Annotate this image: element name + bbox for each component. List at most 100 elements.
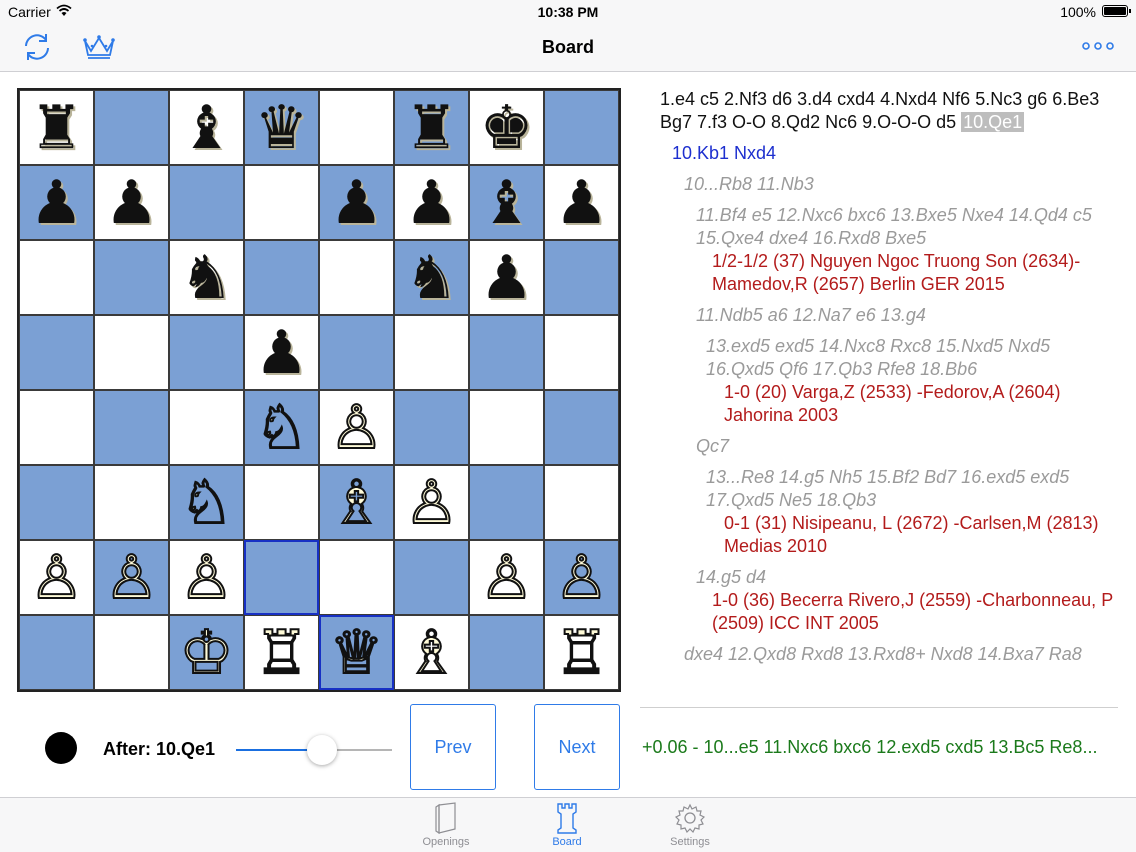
square-d1[interactable]: ♖ [244, 615, 319, 690]
chess-piece[interactable]: ♔ [179, 622, 235, 684]
chess-piece[interactable]: ♙ [104, 547, 160, 609]
square-b3[interactable] [94, 465, 169, 540]
square-a1[interactable] [19, 615, 94, 690]
square-c1[interactable]: ♔ [169, 615, 244, 690]
square-c7[interactable] [169, 165, 244, 240]
more-options-icon[interactable] [1080, 36, 1116, 56]
square-f1[interactable]: ♗ [394, 615, 469, 690]
square-g7[interactable]: ♝ [469, 165, 544, 240]
square-e7[interactable]: ♟ [319, 165, 394, 240]
square-a8[interactable]: ♜ [19, 90, 94, 165]
square-h8[interactable] [544, 90, 619, 165]
notation-panel[interactable]: 1.e4 c5 2.Nf3 d6 3.d4 cxd4 4.Nxd4 Nf6 5.… [640, 88, 1120, 700]
square-g5[interactable] [469, 315, 544, 390]
square-d5[interactable]: ♟ [244, 315, 319, 390]
prev-button[interactable]: Prev [410, 704, 496, 790]
chess-piece[interactable]: ♟ [480, 248, 534, 308]
square-g1[interactable] [469, 615, 544, 690]
square-e3[interactable]: ♗ [319, 465, 394, 540]
chess-piece[interactable]: ♙ [404, 472, 460, 534]
square-a7[interactable]: ♟ [19, 165, 94, 240]
square-g8[interactable]: ♚ [469, 90, 544, 165]
square-b1[interactable] [94, 615, 169, 690]
chess-piece[interactable]: ♟ [30, 173, 84, 233]
square-b2[interactable]: ♙ [94, 540, 169, 615]
game-reference[interactable]: 0-1 (31) Nisipeanu, L (2672) -Carlsen,M … [640, 512, 1120, 558]
chess-piece[interactable]: ♙ [29, 547, 85, 609]
square-f6[interactable]: ♞ [394, 240, 469, 315]
chess-piece[interactable]: ♕ [329, 622, 385, 684]
chess-piece[interactable]: ♗ [404, 622, 460, 684]
move-slider[interactable] [236, 735, 392, 765]
chess-piece[interactable]: ♙ [479, 547, 535, 609]
chess-board[interactable]: ♜ ♝ ♛ ♜ ♚ ♟ ♟ ♟ ♟ ♝ ♟ ♞ ♞ ♟ ♟ ♘ ♙ ♘ ♗ ♙ ♙ ♙ ♙ ♙ ♙ ♔ ♖ ♕ ♗ ♖ [17, 88, 621, 692]
chess-piece[interactable]: ♚ [480, 98, 534, 158]
chess-piece[interactable]: ♜ [30, 98, 84, 158]
chess-piece[interactable]: ♗ [329, 472, 385, 534]
chess-piece[interactable]: ♙ [329, 397, 385, 459]
square-g4[interactable] [469, 390, 544, 465]
variation-line[interactable]: 11.Ndb5 a6 12.Na7 e6 13.g4 [640, 304, 1120, 327]
square-e2[interactable] [319, 540, 394, 615]
chess-piece[interactable]: ♟ [330, 173, 384, 233]
tab-settings[interactable]: Settings [650, 802, 730, 850]
square-a5[interactable] [19, 315, 94, 390]
next-button[interactable]: Next [534, 704, 620, 790]
variation-line[interactable]: 14.g5 d4 [640, 566, 1120, 589]
square-e5[interactable] [319, 315, 394, 390]
game-reference[interactable]: 1/2-1/2 (37) Nguyen Ngoc Truong Son (263… [640, 250, 1120, 296]
variation-line[interactable]: Qc7 [640, 435, 1120, 458]
square-b5[interactable] [94, 315, 169, 390]
chess-piece[interactable]: ♘ [254, 397, 310, 459]
variation-line[interactable]: 11.Bf4 e5 12.Nxc6 bxc6 13.Bxe5 Nxe4 14.Q… [640, 204, 1120, 250]
square-c8[interactable]: ♝ [169, 90, 244, 165]
square-b7[interactable]: ♟ [94, 165, 169, 240]
square-e8[interactable] [319, 90, 394, 165]
square-d2[interactable] [244, 540, 319, 615]
square-f8[interactable]: ♜ [394, 90, 469, 165]
chess-piece[interactable]: ♘ [179, 472, 235, 534]
square-a2[interactable]: ♙ [19, 540, 94, 615]
square-c5[interactable] [169, 315, 244, 390]
square-d6[interactable] [244, 240, 319, 315]
square-g2[interactable]: ♙ [469, 540, 544, 615]
chess-piece[interactable]: ♟ [555, 173, 609, 233]
square-g6[interactable]: ♟ [469, 240, 544, 315]
variation-line[interactable]: 13.exd5 exd5 14.Nxc8 Rxc8 15.Nxd5 Nxd5 1… [640, 335, 1120, 381]
variation-line[interactable]: 13...Re8 14.g5 Nh5 15.Bf2 Bd7 16.exd5 ex… [640, 466, 1120, 512]
chess-piece[interactable]: ♞ [405, 248, 459, 308]
slider-thumb[interactable] [307, 735, 337, 765]
chess-piece[interactable]: ♝ [480, 173, 534, 233]
square-d8[interactable]: ♛ [244, 90, 319, 165]
square-f7[interactable]: ♟ [394, 165, 469, 240]
chess-piece[interactable]: ♙ [554, 547, 610, 609]
chess-piece[interactable]: ♖ [554, 622, 610, 684]
chess-piece[interactable]: ♖ [254, 622, 310, 684]
square-h1[interactable]: ♖ [544, 615, 619, 690]
square-a3[interactable] [19, 465, 94, 540]
chess-piece[interactable]: ♟ [105, 173, 159, 233]
square-h6[interactable] [544, 240, 619, 315]
chess-piece[interactable]: ♞ [180, 248, 234, 308]
square-e4[interactable]: ♙ [319, 390, 394, 465]
square-h4[interactable] [544, 390, 619, 465]
square-e6[interactable] [319, 240, 394, 315]
square-c2[interactable]: ♙ [169, 540, 244, 615]
square-b6[interactable] [94, 240, 169, 315]
square-d4[interactable]: ♘ [244, 390, 319, 465]
variation-line[interactable]: dxe4 12.Qxd8 Rxd8 13.Rxd8+ Nxd8 14.Bxa7 … [640, 643, 1120, 666]
square-f4[interactable] [394, 390, 469, 465]
square-c4[interactable] [169, 390, 244, 465]
square-b8[interactable] [94, 90, 169, 165]
game-reference[interactable]: 1-0 (20) Varga,Z (2533) -Fedorov,A (2604… [640, 381, 1120, 427]
chess-piece[interactable]: ♜ [405, 98, 459, 158]
square-b4[interactable] [94, 390, 169, 465]
square-c3[interactable]: ♘ [169, 465, 244, 540]
chess-piece[interactable]: ♟ [255, 323, 309, 383]
chess-piece[interactable]: ♛ [255, 98, 309, 158]
square-h2[interactable]: ♙ [544, 540, 619, 615]
square-d7[interactable] [244, 165, 319, 240]
game-reference[interactable]: 1-0 (36) Becerra Rivero,J (2559) -Charbo… [640, 589, 1120, 635]
square-f3[interactable]: ♙ [394, 465, 469, 540]
current-move[interactable]: 10.Qe1 [961, 112, 1025, 132]
